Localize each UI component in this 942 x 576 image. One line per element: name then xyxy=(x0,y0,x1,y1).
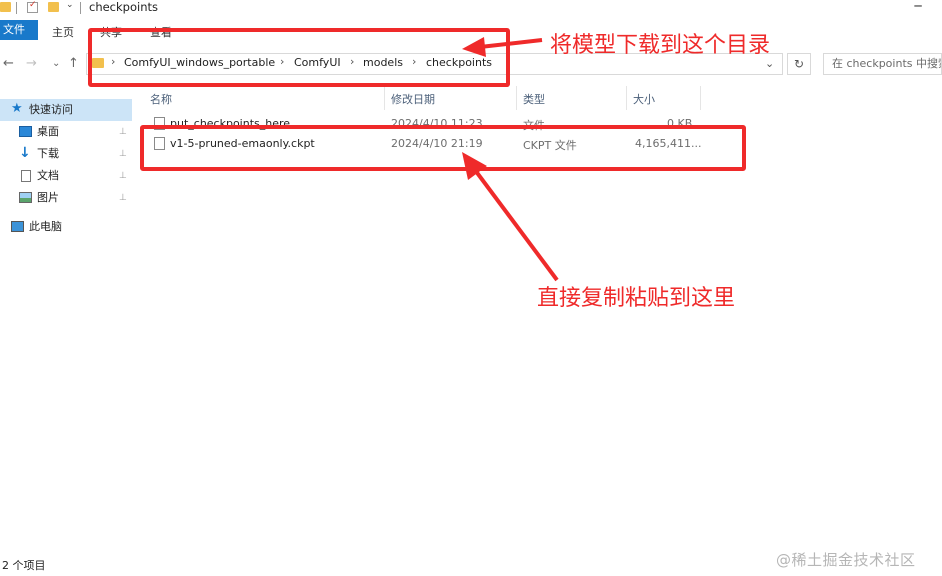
annotation-text-download-dir: 将模型下载到这个目录 xyxy=(550,33,771,58)
annotation-arrow-middle xyxy=(473,168,559,282)
annotation-arrows xyxy=(462,37,559,282)
arrowhead-icon xyxy=(462,152,487,180)
arrowhead-icon xyxy=(462,37,486,57)
annotation-text-paste-here: 直接复制粘贴到这里 xyxy=(537,286,736,311)
annotation-arrow-top xyxy=(479,38,543,49)
